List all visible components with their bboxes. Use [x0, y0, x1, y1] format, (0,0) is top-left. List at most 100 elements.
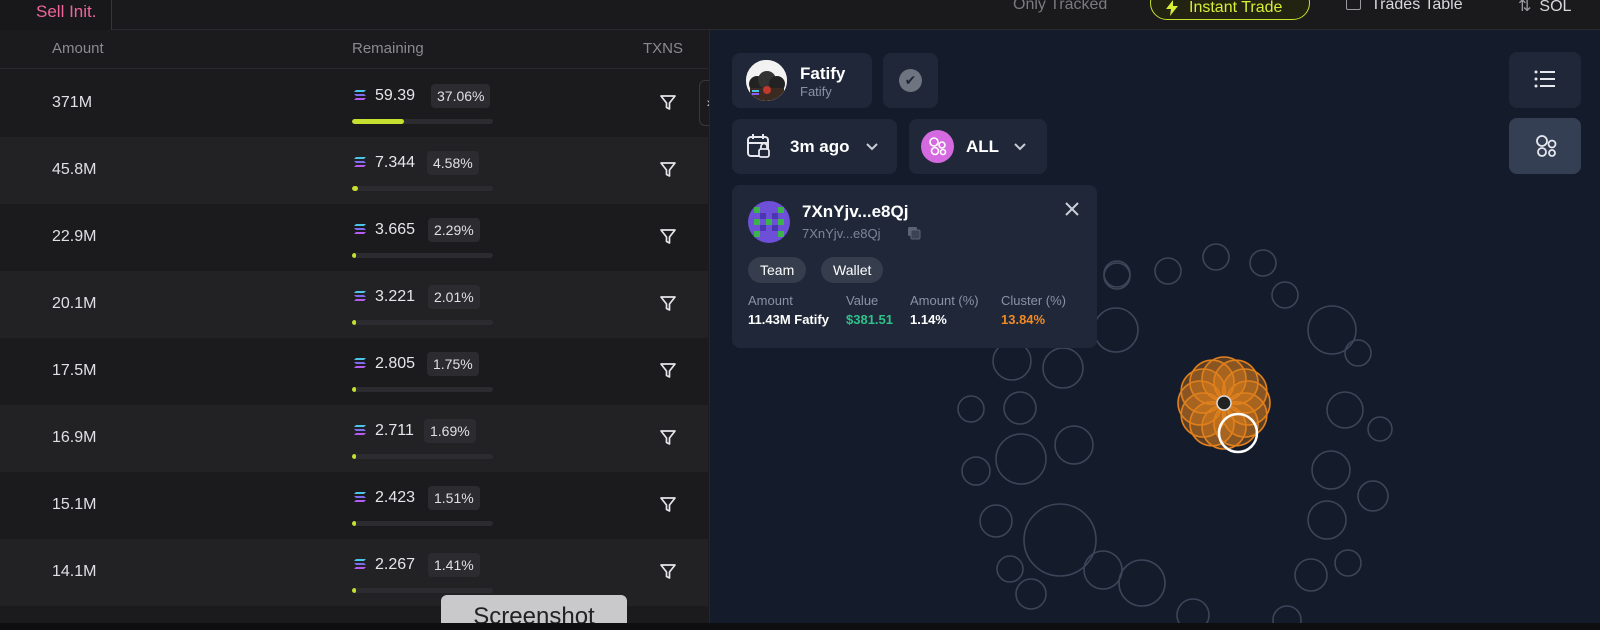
check-icon: ✔: [899, 69, 922, 92]
row-remaining: 3.665: [375, 221, 416, 238]
wallet-address-short: 7XnYjv...e8Qj: [802, 226, 881, 241]
remaining-progress-bar: [352, 588, 493, 593]
table-header: Amount Remaining TXNS: [0, 30, 708, 69]
holder-bubble[interactable]: [1103, 262, 1131, 290]
holder-bubble[interactable]: [1272, 605, 1302, 624]
holder-filter-label: ALL: [966, 137, 1000, 156]
holder-bubble[interactable]: [995, 433, 1047, 485]
table-row[interactable]: 15.1M 2.423 1.51%: [0, 472, 708, 539]
cluster-center[interactable]: [1216, 395, 1232, 411]
remaining-progress-fill: [352, 320, 356, 325]
calendar-icon: [747, 134, 770, 158]
holders-table: Amount Remaining TXNS 371M 59.39 37.06% 45.…: [0, 30, 708, 624]
holder-bubble[interactable]: [1118, 559, 1166, 607]
table-row[interactable]: 20.1M 3.221 2.01%: [0, 271, 708, 338]
verify-button[interactable]: ✔: [883, 53, 938, 108]
solana-icon: [354, 492, 366, 502]
holder-bubble[interactable]: [1357, 480, 1389, 512]
trades-table-label: Trades Table: [1371, 0, 1463, 13]
solana-icon: [354, 559, 366, 569]
holder-bubble[interactable]: [979, 504, 1013, 538]
holder-bubble[interactable]: [1154, 257, 1182, 285]
header-txns[interactable]: TXNS: [643, 40, 683, 57]
holder-bubble[interactable]: [1344, 339, 1372, 367]
holder-bubble[interactable]: [1003, 391, 1037, 425]
filter-icon[interactable]: [659, 362, 677, 380]
bolt-icon: [1166, 0, 1178, 16]
remaining-progress-fill: [352, 119, 404, 124]
holder-bubble[interactable]: [1334, 549, 1362, 577]
table-row[interactable]: 16.9M 2.711 1.69%: [0, 405, 708, 472]
copy-icon[interactable]: [907, 226, 921, 240]
close-icon[interactable]: [1062, 199, 1082, 219]
table-row[interactable]: 17.5M 2.805 1.75%: [0, 338, 708, 405]
holder-bubble[interactable]: [1307, 305, 1357, 355]
holder-bubble[interactable]: [1176, 598, 1210, 624]
filter-icon[interactable]: [659, 295, 677, 313]
bubble-map-panel: Fatify Fatify ✔ 3m ago ALL 7XnYjv...e8Qj…: [709, 30, 1600, 624]
filter-icon[interactable]: [659, 161, 677, 179]
holder-bubble[interactable]: [1083, 550, 1123, 590]
holder-bubble[interactable]: [1271, 281, 1299, 309]
row-amount: 15.1M: [52, 496, 97, 513]
stat-value-value: $381.51: [846, 312, 893, 327]
table-row[interactable]: 22.9M 3.665 2.29%: [0, 204, 708, 271]
row-remaining-pct: 2.01%: [428, 285, 480, 309]
list-view-button[interactable]: [1509, 52, 1581, 108]
solana-icon: [354, 358, 366, 368]
remaining-progress-bar: [352, 454, 493, 459]
holder-filter-dropdown[interactable]: ALL: [909, 119, 1047, 174]
holder-bubble[interactable]: [1294, 558, 1328, 592]
holder-bubble[interactable]: [1202, 243, 1230, 271]
holder-bubble[interactable]: [1311, 450, 1351, 490]
stat-amount-value: 11.43M Fatify: [748, 312, 829, 327]
header-amount[interactable]: Amount: [52, 40, 104, 57]
table-row[interactable]: 371M 59.39 37.06%: [0, 70, 708, 137]
holder-bubble[interactable]: [957, 395, 985, 423]
row-amount: 17.5M: [52, 362, 97, 379]
table-row[interactable]: 45.8M 7.344 4.58%: [0, 137, 708, 204]
stat-cluster-pct-value: 13.84%: [1001, 312, 1046, 327]
remaining-progress-fill: [352, 387, 356, 392]
chevron-down-icon: [866, 143, 878, 151]
currency-toggle[interactable]: ⇅ SOL: [1518, 0, 1571, 16]
holder-bubble[interactable]: [996, 555, 1024, 583]
filter-icon[interactable]: [659, 496, 677, 514]
token-chip[interactable]: Fatify Fatify: [732, 53, 872, 108]
holder-bubble[interactable]: [1042, 347, 1084, 389]
holder-bubble[interactable]: [1307, 500, 1347, 540]
filter-icon[interactable]: [659, 94, 677, 112]
row-remaining-pct: 1.75%: [427, 352, 479, 376]
graph-view-button[interactable]: [1509, 118, 1581, 174]
row-remaining-pct: 1.69%: [424, 419, 476, 443]
instant-trade-button[interactable]: Instant Trade: [1150, 0, 1310, 20]
holder-bubble[interactable]: [1015, 578, 1047, 610]
filter-icon[interactable]: [659, 563, 677, 581]
graph-icon: [1536, 135, 1557, 157]
remaining-progress-fill: [352, 588, 356, 593]
holder-bubble[interactable]: [1367, 416, 1393, 442]
stat-amount-label: Amount: [748, 293, 793, 308]
holder-bubble[interactable]: [1326, 391, 1364, 429]
holder-bubble[interactable]: [1249, 249, 1277, 277]
filter-icon[interactable]: [659, 429, 677, 447]
row-amount: 45.8M: [52, 161, 97, 178]
time-filter-dropdown[interactable]: 3m ago: [732, 119, 897, 174]
header-remaining[interactable]: Remaining: [352, 40, 424, 57]
holder-bubble[interactable]: [1103, 260, 1131, 288]
stat-amount-pct-label: Amount (%): [910, 293, 979, 308]
remaining-progress-fill: [352, 253, 356, 258]
remaining-progress-bar: [352, 320, 493, 325]
holder-bubble[interactable]: [1054, 425, 1094, 465]
holder-bubble[interactable]: [961, 456, 991, 486]
solana-icon: [354, 157, 366, 167]
wallet-detail-card: 7XnYjv...e8Qj 7XnYjv...e8Qj Team Wallet …: [732, 185, 1097, 348]
top-bar: Sell Init. Only Tracked Instant Trade Tr…: [0, 0, 1600, 42]
trades-table-button[interactable]: Trades Table: [1346, 0, 1463, 14]
row-amount: 14.1M: [52, 563, 97, 580]
filter-icon[interactable]: [659, 228, 677, 246]
only-tracked-toggle[interactable]: Only Tracked: [1013, 0, 1107, 14]
row-amount: 20.1M: [52, 295, 97, 312]
token-name: Fatify: [800, 64, 846, 83]
holder-bubble[interactable]: [1093, 307, 1139, 353]
